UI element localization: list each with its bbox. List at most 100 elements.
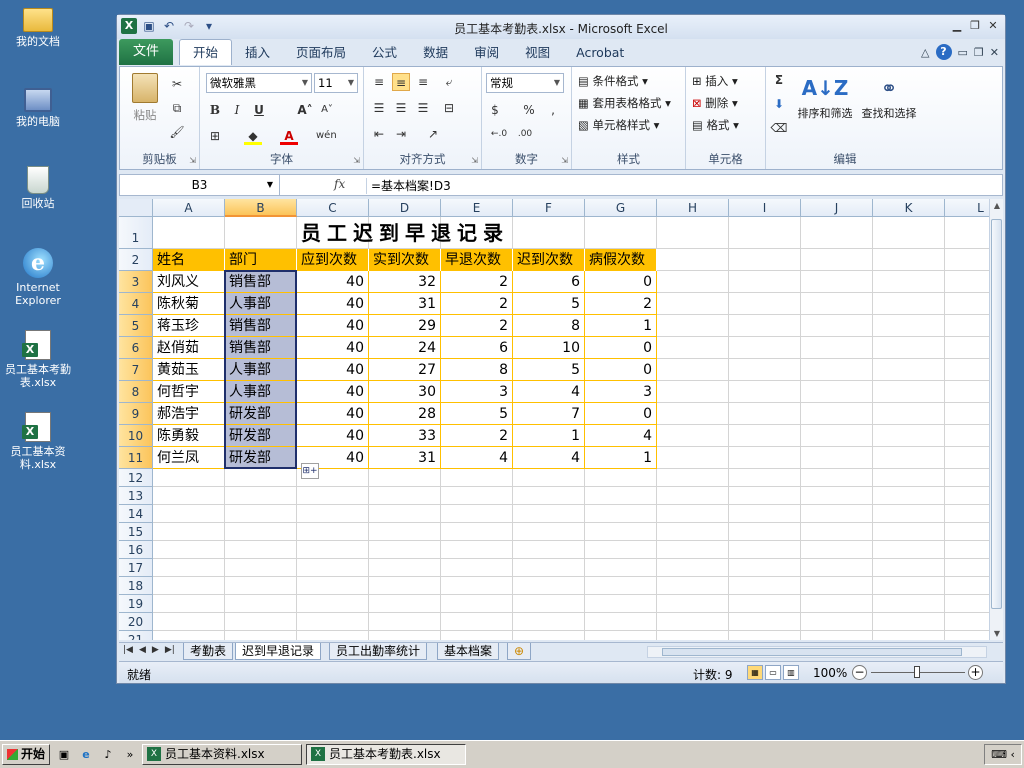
chevron-down-icon[interactable]: ▼ xyxy=(267,175,273,195)
column-header[interactable]: G xyxy=(585,199,657,217)
data-cell[interactable]: 销售部 xyxy=(225,315,297,337)
row-header[interactable]: 11 xyxy=(119,447,153,469)
cut-icon[interactable]: ✂ xyxy=(168,75,186,93)
align-center-icon[interactable]: ☰ xyxy=(392,99,410,117)
accounting-format-icon[interactable]: $ xyxy=(486,101,504,119)
data-cell[interactable]: 3 xyxy=(585,381,657,403)
font-color-icon[interactable]: A xyxy=(280,127,298,145)
data-cell[interactable]: 1 xyxy=(513,425,585,447)
column-header[interactable]: A xyxy=(153,199,225,217)
row-header[interactable]: 1 xyxy=(119,217,153,249)
desktop-icon-ie[interactable]: e Internet Explorer xyxy=(0,248,76,307)
select-all-corner[interactable] xyxy=(119,199,153,217)
sort-filter-button[interactable]: A↓Z 排序和筛选 xyxy=(794,71,856,121)
decrease-indent-icon[interactable]: ⇤ xyxy=(370,125,388,143)
format-painter-icon[interactable]: 🖌 xyxy=(168,123,186,141)
scroll-down-icon[interactable]: ▼ xyxy=(990,629,1004,638)
data-cell[interactable]: 4 xyxy=(441,447,513,469)
increase-decimal-icon[interactable]: ←.0 xyxy=(490,125,508,143)
borders-icon[interactable]: ⊞ xyxy=(206,127,224,145)
horizontal-scrollbar[interactable] xyxy=(647,646,987,658)
data-cell[interactable]: 33 xyxy=(369,425,441,447)
desktop-icon-recycle-bin[interactable]: 回收站 xyxy=(0,166,76,210)
page-break-view-icon[interactable]: ▥ xyxy=(783,665,799,680)
row-header[interactable]: 4 xyxy=(119,293,153,315)
row-header[interactable]: 3 xyxy=(119,271,153,293)
data-cell[interactable]: 4 xyxy=(513,381,585,403)
row-header[interactable]: 16 xyxy=(119,541,153,559)
zoom-level[interactable]: 100% xyxy=(813,666,847,680)
format-cells-button[interactable]: ▤ 格式 ▾ xyxy=(692,117,739,133)
start-button[interactable]: 开始 xyxy=(2,744,50,765)
row-header[interactable]: 21 xyxy=(119,631,153,640)
ie-launch-icon[interactable]: e xyxy=(78,747,94,763)
data-cell[interactable]: 10 xyxy=(513,337,585,359)
data-cell[interactable]: 8 xyxy=(441,359,513,381)
data-cell[interactable]: 销售部 xyxy=(225,337,297,359)
data-cell[interactable]: 陈秋菊 xyxy=(153,293,225,315)
data-cell[interactable]: 40 xyxy=(297,381,369,403)
vertical-scrollbar[interactable]: ▲ ▼ xyxy=(989,199,1003,640)
doc-close-icon[interactable]: ✕ xyxy=(990,46,999,59)
desktop-icon-attendance-file[interactable]: X 员工基本考勤表.xlsx xyxy=(0,330,76,389)
fill-color-icon[interactable]: ◆ xyxy=(244,127,262,145)
data-cell[interactable]: 24 xyxy=(369,337,441,359)
dialog-launcher-icon[interactable]: ⇲ xyxy=(353,156,360,165)
dialog-launcher-icon[interactable]: ⇲ xyxy=(561,156,568,165)
merge-center-icon[interactable]: ⊟ xyxy=(440,99,458,117)
tab-insert[interactable]: 插入 xyxy=(232,41,283,65)
sheet-tab-active[interactable]: 迟到早退记录 xyxy=(235,643,322,660)
conditional-formatting-button[interactable]: ▤ 条件格式 ▾ xyxy=(578,73,648,89)
next-sheet-icon[interactable]: ▶ xyxy=(152,645,159,655)
column-header[interactable]: E xyxy=(441,199,513,217)
find-select-button[interactable]: ⚭ 查找和选择 xyxy=(858,71,920,121)
sheet-tab[interactable]: 基本档案 xyxy=(437,643,500,660)
normal-view-icon[interactable]: ▦ xyxy=(747,665,763,680)
zoom-in-icon[interactable]: + xyxy=(968,665,983,680)
tab-home[interactable]: 开始 xyxy=(179,39,233,65)
align-left-icon[interactable]: ☰ xyxy=(370,99,388,117)
number-format-select[interactable]: 常规 ▼ xyxy=(486,73,564,93)
data-cell[interactable]: 郝浩宇 xyxy=(153,403,225,425)
row-header[interactable]: 15 xyxy=(119,523,153,541)
sheet-tab[interactable]: 考勤表 xyxy=(183,643,234,660)
data-cell[interactable]: 40 xyxy=(297,403,369,425)
phonetic-icon[interactable]: wén xyxy=(316,127,337,145)
format-as-table-button[interactable]: ▦ 套用表格格式 ▾ xyxy=(578,95,671,111)
row-header[interactable]: 9 xyxy=(119,403,153,425)
data-cell[interactable]: 黄茹玉 xyxy=(153,359,225,381)
tab-review[interactable]: 审阅 xyxy=(461,41,512,65)
data-cell[interactable]: 27 xyxy=(369,359,441,381)
last-sheet-icon[interactable]: ▶| xyxy=(165,645,175,655)
column-header[interactable]: I xyxy=(729,199,801,217)
media-icon[interactable]: ♪ xyxy=(100,747,116,763)
page-layout-view-icon[interactable]: ▭ xyxy=(765,665,781,680)
data-cell[interactable]: 1 xyxy=(585,447,657,469)
column-header[interactable]: J xyxy=(801,199,873,217)
autosum-button[interactable]: Σ xyxy=(770,71,788,89)
data-cell[interactable]: 何兰凤 xyxy=(153,447,225,469)
data-cell[interactable]: 29 xyxy=(369,315,441,337)
insert-function-button[interactable]: fx xyxy=(334,177,345,191)
data-cell[interactable]: 28 xyxy=(369,403,441,425)
bold-button[interactable]: B xyxy=(206,101,224,119)
data-cell[interactable]: 2 xyxy=(441,293,513,315)
decrease-decimal-icon[interactable]: .00 xyxy=(516,125,534,143)
row-header[interactable]: 13 xyxy=(119,487,153,505)
data-cell[interactable]: 3 xyxy=(441,381,513,403)
align-bottom-icon[interactable]: ≡ xyxy=(414,73,432,91)
data-cell[interactable]: 4 xyxy=(513,447,585,469)
row-header[interactable]: 7 xyxy=(119,359,153,381)
formula-input[interactable]: =基本档案!D3 xyxy=(366,178,451,194)
font-name-select[interactable]: 微软雅黑 ▼ xyxy=(206,73,312,93)
restore-icon[interactable]: ❐ xyxy=(967,18,983,33)
align-right-icon[interactable]: ☰ xyxy=(414,99,432,117)
data-cell[interactable]: 6 xyxy=(441,337,513,359)
row-header[interactable]: 5 xyxy=(119,315,153,337)
prev-sheet-icon[interactable]: ◀ xyxy=(139,645,146,655)
data-cell[interactable]: 40 xyxy=(297,293,369,315)
insert-sheet-icon[interactable]: ⊕ xyxy=(507,643,532,660)
underline-button[interactable]: U xyxy=(250,101,268,119)
data-cell[interactable]: 蒋玉珍 xyxy=(153,315,225,337)
data-cell[interactable]: 40 xyxy=(297,337,369,359)
